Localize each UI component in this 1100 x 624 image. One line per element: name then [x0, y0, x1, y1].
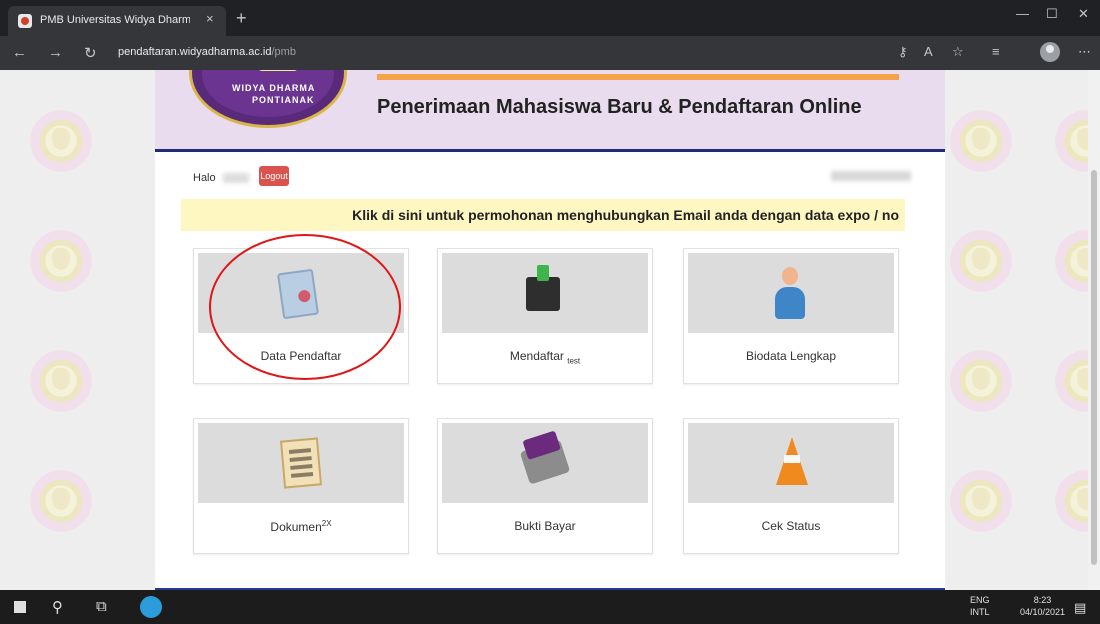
windows-taskbar: ⚲ ⧉ ENG INTL 8:23 04/10/2021 ▤ [0, 590, 1100, 624]
page-title: Penerimaan Mahasiswa Baru & Pendaftaran … [377, 96, 862, 118]
page-scrollbar[interactable] [1088, 70, 1100, 590]
maximize-icon[interactable]: ☐ [1046, 6, 1058, 22]
watermark-logo-icon [950, 110, 1012, 172]
newspaper-icon [279, 437, 323, 489]
watermark-logo-icon [30, 230, 92, 292]
language-indicator[interactable]: ENG INTL [970, 594, 990, 618]
watermark-logo-icon [950, 470, 1012, 532]
page-viewport: WIDYA DHARMA PONTIANAK Penerimaan Mahasi… [0, 70, 1100, 590]
email-link-notice[interactable]: Klik di sini untuk permohonan menghubung… [181, 199, 905, 231]
menu-card-biodata-lengkap[interactable]: Biodata Lengkap [683, 248, 899, 384]
menu-card-label: Dokumen2X [270, 519, 332, 534]
refresh-icon[interactable]: ↻ [84, 44, 97, 62]
menu-card-label: Biodata Lengkap [745, 349, 837, 363]
minimize-icon[interactable]: — [1016, 6, 1029, 21]
url-host: pendaftaran.widyadharma.ac.id [118, 46, 272, 58]
new-tab-button[interactable]: + [236, 8, 247, 29]
book-icon [258, 70, 298, 71]
blurred-datetime [831, 171, 911, 181]
header-accent-bar [377, 74, 899, 80]
browser-tab[interactable]: PMB Universitas Widya Dharma | × [8, 6, 226, 36]
forward-icon[interactable]: → [48, 44, 63, 61]
menu-card-label: Cek Status [761, 519, 821, 533]
browser-tab-bar: PMB Universitas Widya Dharma | × + — ☐ ✕ [0, 0, 1100, 36]
watermark-logo-icon [950, 350, 1012, 412]
address-toolbar: ← → ↻ pendaftaran.widyadharma.ac.id/pmb … [0, 36, 1100, 70]
close-window-icon[interactable]: ✕ [1078, 6, 1089, 22]
key-icon[interactable]: ⚷ [898, 44, 908, 60]
watermark-logo-icon [30, 350, 92, 412]
menu-card-label: Mendaftar test [509, 349, 581, 366]
site-favicon-icon [18, 14, 32, 28]
scroll-thumb[interactable] [1091, 170, 1097, 565]
profile-icon[interactable] [1040, 42, 1060, 62]
menu-card-cek-status[interactable]: Cek Status [683, 418, 899, 554]
task-view-icon[interactable]: ⧉ [96, 598, 107, 615]
search-icon[interactable]: ⚲ [52, 598, 63, 616]
edge-browser-icon[interactable] [140, 596, 162, 618]
favorites-add-icon[interactable]: ☆ [952, 44, 964, 60]
traffic-cone-icon [776, 437, 808, 485]
url-path: /pmb [271, 46, 296, 58]
seal-text: PONTIANAK [252, 95, 315, 105]
address-input[interactable]: pendaftaran.widyadharma.ac.id/pmb [118, 46, 296, 58]
page-header: WIDYA DHARMA PONTIANAK Penerimaan Mahasi… [155, 70, 945, 152]
more-icon[interactable]: ⋯ [1078, 44, 1091, 60]
system-clock[interactable]: 8:23 04/10/2021 [1020, 594, 1065, 618]
seal-text: WIDYA DHARMA [232, 83, 316, 93]
watermark-logo-icon [30, 470, 92, 532]
notice-text: Klik di sini untuk permohonan menghubung… [352, 207, 899, 223]
greeting-text: Halo [193, 172, 216, 184]
read-aloud-icon[interactable]: A [924, 44, 933, 59]
blurred-username [223, 173, 249, 183]
menu-card-dokumen[interactable]: Dokumen2X [193, 418, 409, 554]
notification-icon[interactable]: ▤ [1074, 600, 1086, 616]
windows-start-icon[interactable] [14, 601, 26, 613]
box-arrow-icon [526, 265, 560, 311]
favorites-icon[interactable]: ≡ [992, 44, 1000, 59]
watermark-logo-icon [30, 110, 92, 172]
menu-card-label: Bukti Bayar [514, 519, 576, 533]
highlight-annotation-ellipse [209, 234, 401, 380]
menu-card-bukti-bayar[interactable]: Bukti Bayar [437, 418, 653, 554]
payment-card-icon [519, 439, 571, 485]
menu-card-mendaftar[interactable]: Mendaftar test [437, 248, 653, 384]
tab-title: PMB Universitas Widya Dharma | [40, 14, 190, 26]
university-seal-logo: WIDYA DHARMA PONTIANAK [189, 70, 347, 128]
person-icon [775, 267, 805, 321]
tab-close-icon[interactable]: × [206, 11, 214, 26]
back-icon[interactable]: ← [12, 44, 27, 61]
watermark-logo-icon [950, 230, 1012, 292]
logout-button[interactable]: Logout [259, 166, 289, 186]
